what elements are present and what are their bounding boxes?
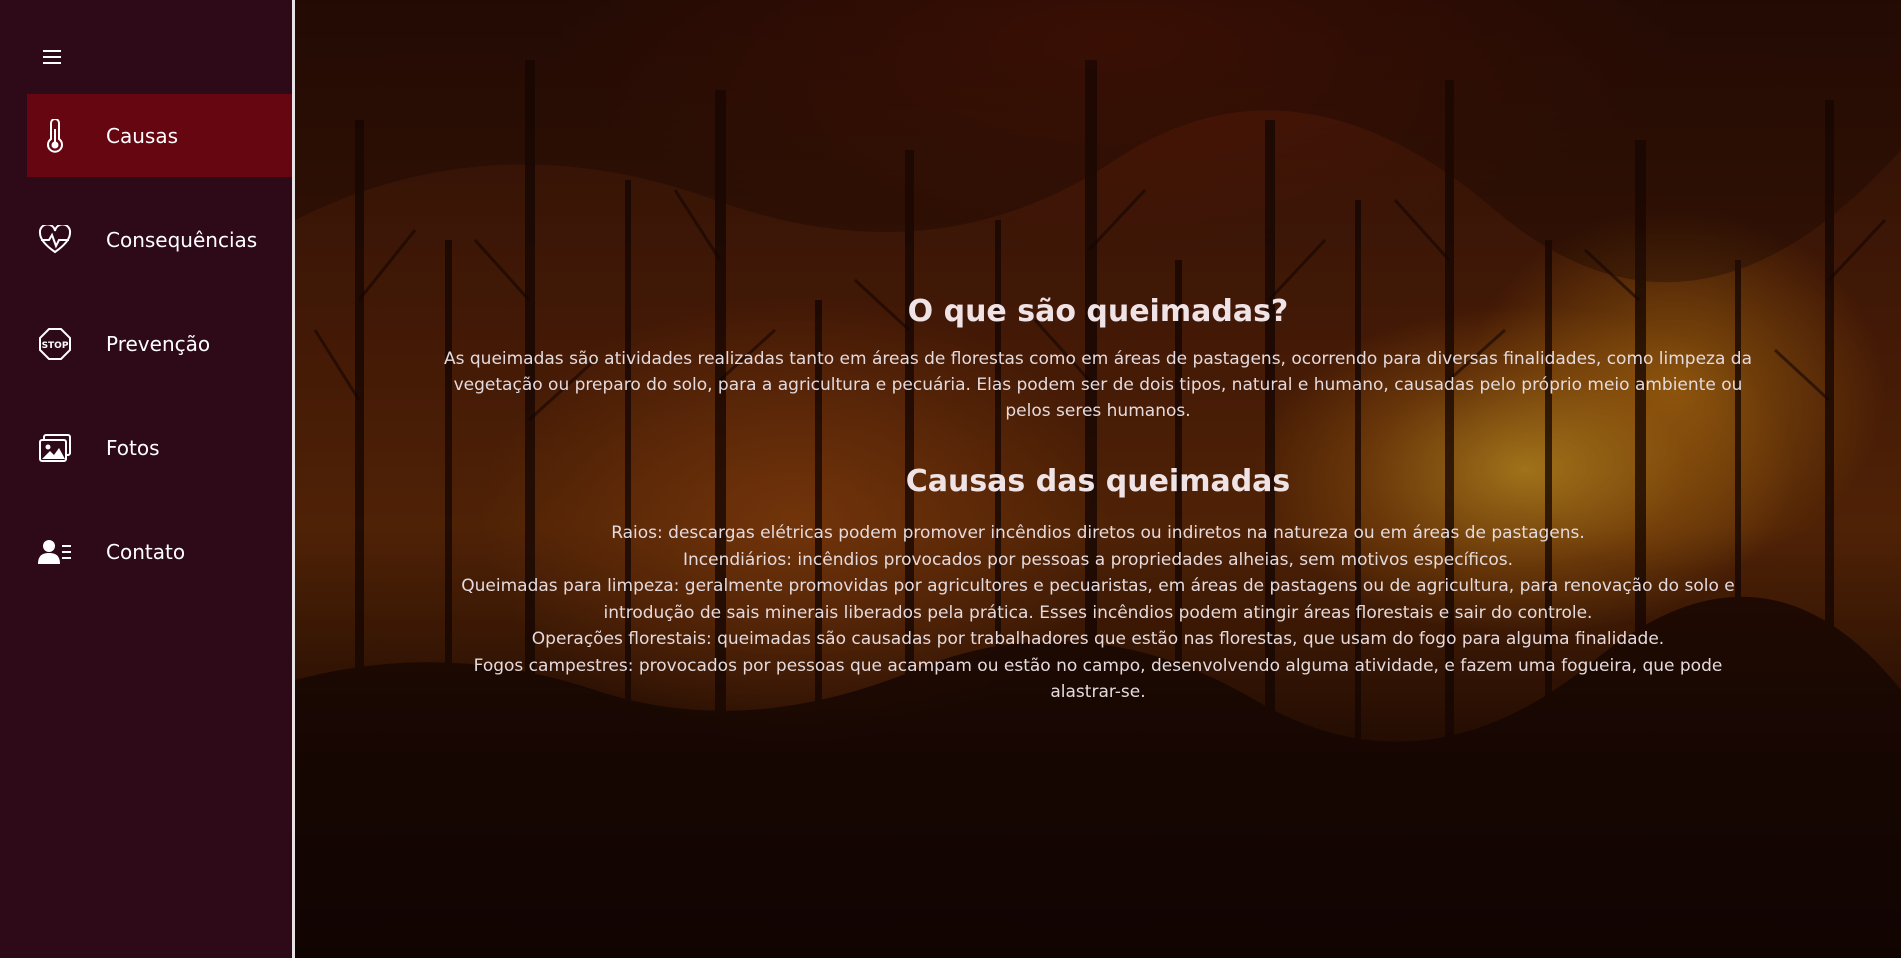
list-item: Incendiários: incêndios provocados por p…: [683, 549, 1513, 570]
photos-icon: [31, 424, 79, 472]
content-section: O que são queimadas? As queimadas são at…: [345, 288, 1851, 706]
causes-list: Raios: descargas elétricas podem promove…: [443, 520, 1753, 706]
intro-paragraph: As queimadas são atividades realizadas t…: [443, 349, 1753, 421]
list-item: Queimadas para limpeza: geralmente promo…: [461, 576, 1735, 623]
list-item: Raios: descargas elétricas podem promove…: [611, 523, 1585, 543]
sidebar-nav: Causas Consequências STOP Prevenção Foto…: [27, 94, 292, 614]
sidebar-item-fotos[interactable]: Fotos: [27, 406, 292, 489]
sidebar-item-label: Prevenção: [106, 331, 211, 356]
sidebar: Causas Consequências STOP Prevenção Foto…: [0, 0, 295, 958]
sidebar-item-label: Fotos: [106, 435, 160, 460]
heart-pulse-icon: [31, 216, 79, 264]
sidebar-item-consequencias[interactable]: Consequências: [27, 198, 292, 281]
list-item: Operações florestais: queimadas são caus…: [531, 629, 1665, 649]
sidebar-item-label: Contato: [106, 539, 186, 564]
contact-icon: [31, 528, 79, 576]
stop-sign-icon: STOP: [31, 320, 79, 368]
intro-title: O que são queimadas?: [907, 294, 1289, 329]
list-item: Fogos campestres: provocados por pessoas…: [473, 655, 1723, 703]
main-content: O que são queimadas? As queimadas são at…: [295, 0, 1901, 958]
app-window: Causas Consequências STOP Prevenção Foto…: [0, 0, 1901, 958]
sidebar-item-prevencao[interactable]: STOP Prevenção: [27, 302, 292, 385]
sidebar-item-label: Causas: [106, 123, 178, 148]
causes-title: Causas das queimadas: [905, 464, 1291, 499]
thermometer-icon: [31, 112, 79, 160]
sidebar-item-causas[interactable]: Causas: [27, 94, 292, 177]
sidebar-item-contato[interactable]: Contato: [27, 510, 292, 593]
sidebar-item-label: Consequências: [106, 227, 258, 252]
stop-sign-text: STOP: [42, 341, 69, 351]
hamburger-icon[interactable]: [38, 44, 66, 70]
